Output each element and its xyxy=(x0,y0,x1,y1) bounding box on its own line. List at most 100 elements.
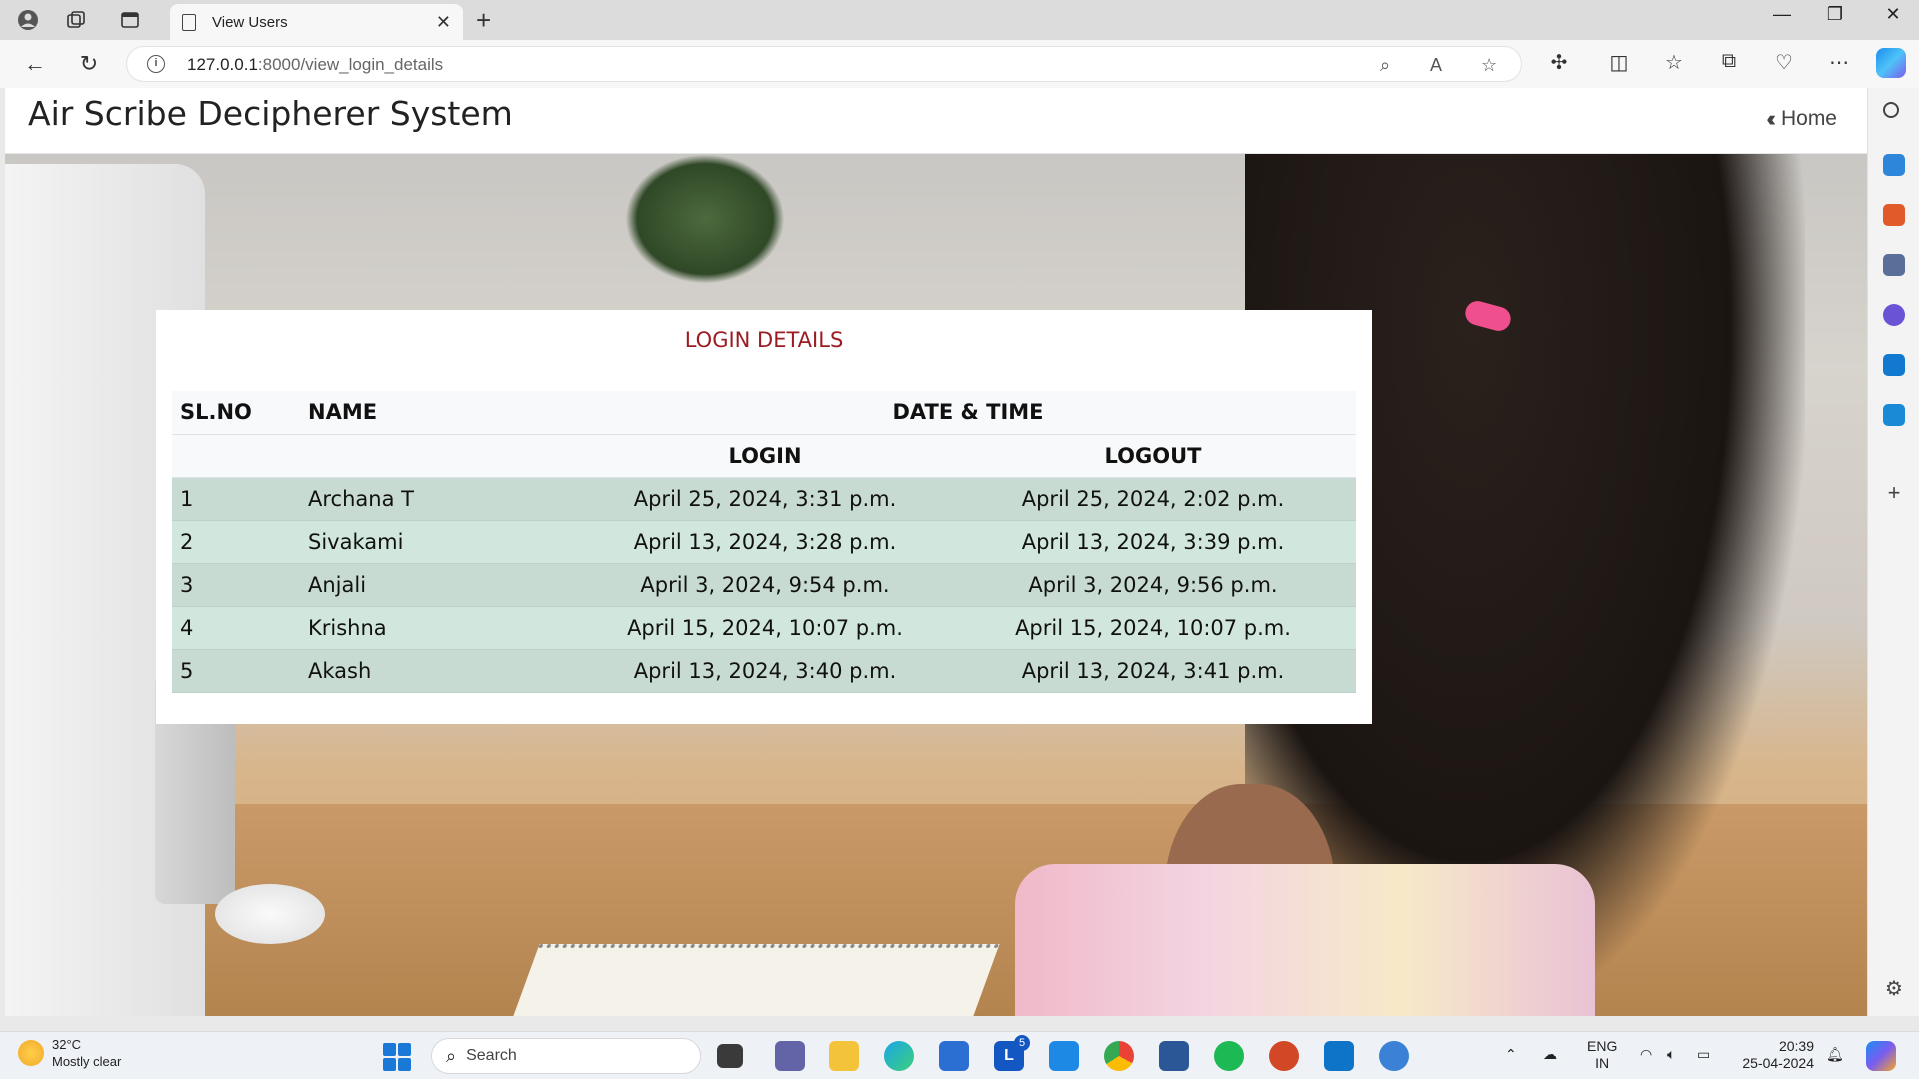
add-sidebar-app-icon[interactable]: + xyxy=(1883,482,1905,504)
tab-title: View Users xyxy=(212,13,288,31)
card-title: LOGIN DETAILS xyxy=(684,328,844,352)
home-link[interactable]: ‹‹ Home xyxy=(1766,106,1837,132)
browser-essentials-icon[interactable]: ♡ xyxy=(1769,50,1799,75)
zoom-icon[interactable]: ⌕ xyxy=(1380,55,1390,76)
cell-logout: April 3, 2024, 9:56 p.m. xyxy=(1028,572,1278,597)
cell-login: April 15, 2024, 10:07 p.m. xyxy=(627,615,903,640)
header-name: NAME xyxy=(300,391,580,435)
weather-widget[interactable]: 32°C Mostly clear xyxy=(18,1036,121,1070)
outlook-icon[interactable] xyxy=(1883,354,1905,376)
microsoft-store-icon[interactable] xyxy=(939,1041,969,1071)
favorite-star-icon[interactable]: ☆ xyxy=(1481,55,1497,76)
site-title: Air Scribe Decipherer System xyxy=(28,94,513,133)
web-page: Air Scribe Decipherer System ‹‹ Home LOG… xyxy=(5,88,1867,1016)
shopping-tag-icon[interactable] xyxy=(1883,154,1905,176)
browser-tab-strip: View Users ✕ + — ❐ ✕ xyxy=(0,0,1919,40)
cell-name: Archana T xyxy=(308,486,414,511)
vertical-tabs-icon[interactable] xyxy=(116,6,144,34)
copilot-taskbar-icon[interactable] xyxy=(1866,1041,1896,1071)
extensions-icon[interactable]: ✣ xyxy=(1544,50,1574,75)
notifications-bell-icon[interactable]: 🔔︎ xyxy=(1826,1046,1844,1063)
refresh-icon[interactable]: ↻ xyxy=(74,49,104,79)
close-window-icon[interactable]: ✕ xyxy=(1873,4,1913,25)
page-icon xyxy=(182,13,196,31)
cell-name: Krishna xyxy=(308,615,387,640)
sidebar-search-icon[interactable] xyxy=(1883,102,1899,118)
back-icon[interactable]: ← xyxy=(20,49,50,79)
profile-icon[interactable] xyxy=(14,6,42,34)
cortana-icon[interactable] xyxy=(1049,1041,1079,1071)
start-button-icon[interactable] xyxy=(383,1043,411,1071)
subheader-row: LOGIN LOGOUT xyxy=(172,434,1356,478)
word-icon[interactable] xyxy=(1159,1041,1189,1071)
drop-icon[interactable] xyxy=(1883,404,1905,426)
teams-icon[interactable] xyxy=(775,1041,805,1071)
background-plant xyxy=(625,154,785,284)
volume-icon[interactable]: 🔈︎ xyxy=(1667,1046,1675,1063)
header-login: LOGIN xyxy=(580,434,950,478)
cell-sl-no: 5 xyxy=(180,658,194,683)
cell-logout: April 15, 2024, 10:07 p.m. xyxy=(1015,615,1291,640)
app-shortcut-icon[interactable] xyxy=(1379,1041,1409,1071)
language-code: ENG xyxy=(1587,1038,1618,1054)
weather-moon-icon xyxy=(18,1040,44,1066)
girl-shirt xyxy=(1015,864,1595,1016)
notification-badge: 5 xyxy=(1014,1035,1030,1051)
powerpoint-icon[interactable] xyxy=(1269,1041,1299,1071)
edge-sidebar: + ⚙ xyxy=(1867,88,1919,1016)
file-explorer-icon[interactable] xyxy=(829,1041,859,1071)
split-screen-icon[interactable]: ◫ xyxy=(1604,50,1634,75)
taskbar-search-label: Search xyxy=(466,1047,517,1064)
computer-mouse xyxy=(215,884,325,944)
more-menu-icon[interactable]: ⋯ xyxy=(1824,50,1854,75)
onedrive-icon[interactable]: ☁ xyxy=(1543,1046,1557,1063)
chrome-icon[interactable] xyxy=(1104,1041,1134,1071)
double-chevron-left-icon: ‹‹ xyxy=(1766,106,1775,131)
cell-sl-no: 1 xyxy=(180,486,194,511)
cell-logout: April 25, 2024, 2:02 p.m. xyxy=(1021,486,1285,511)
maximize-icon[interactable]: ❐ xyxy=(1815,4,1855,25)
cell-name: Akash xyxy=(308,658,372,683)
minimize-icon[interactable]: — xyxy=(1762,4,1802,25)
clock[interactable]: 20:39 25-04-2024 xyxy=(1734,1038,1814,1072)
cell-name: Sivakami xyxy=(308,529,404,554)
site-header: Air Scribe Decipherer System ‹‹ Home xyxy=(5,88,1867,154)
url-field[interactable]: i 127.0.0.1:8000/view_login_details ⌕ A … xyxy=(126,46,1522,82)
collections-icon[interactable]: ⧉ xyxy=(1714,50,1744,73)
games-icon[interactable] xyxy=(1883,254,1905,276)
table-row: 4 Krishna April 15, 2024, 10:07 p.m. Apr… xyxy=(172,606,1356,649)
header-date-time: DATE & TIME xyxy=(580,391,1356,435)
cell-name: Anjali xyxy=(308,572,367,597)
edge-browser-icon[interactable] xyxy=(884,1041,914,1071)
new-tab-icon[interactable]: + xyxy=(476,5,491,36)
taskbar-search[interactable]: ⌕ Search xyxy=(431,1038,701,1074)
cell-login: April 25, 2024, 3:31 p.m. xyxy=(633,486,897,511)
workspaces-icon[interactable] xyxy=(62,6,90,34)
wifi-icon[interactable]: ◠ xyxy=(1640,1046,1652,1063)
task-view-icon[interactable] xyxy=(717,1044,743,1068)
table-row: 3 Anjali April 3, 2024, 9:54 p.m. April … xyxy=(172,563,1356,606)
clock-date: 25-04-2024 xyxy=(1742,1055,1814,1071)
microsoft-365-icon[interactable] xyxy=(1883,304,1905,326)
site-info-icon[interactable]: i xyxy=(147,55,165,73)
cell-login: April 13, 2024, 3:28 p.m. xyxy=(633,529,897,554)
vscode-icon[interactable] xyxy=(1324,1041,1354,1071)
cell-logout: April 13, 2024, 3:41 p.m. xyxy=(1021,658,1285,683)
tools-icon[interactable] xyxy=(1883,204,1905,226)
tab-close-icon[interactable]: ✕ xyxy=(436,12,451,33)
read-aloud-icon[interactable]: A xyxy=(1430,55,1442,76)
battery-icon[interactable]: ▭ xyxy=(1697,1046,1710,1063)
spotify-icon[interactable] xyxy=(1214,1041,1244,1071)
cell-sl-no: 3 xyxy=(180,572,194,597)
show-hidden-icons-icon[interactable]: ⌃ xyxy=(1505,1046,1517,1063)
login-details-table: SL.NO NAME DATE & TIME LOGIN LOGOUT 1 Ar xyxy=(172,391,1356,693)
sidebar-settings-icon[interactable]: ⚙ xyxy=(1883,978,1905,1000)
active-tab[interactable]: View Users ✕ xyxy=(170,4,463,40)
language-indicator[interactable]: ENG IN xyxy=(1587,1038,1617,1072)
header-row: SL.NO NAME DATE & TIME xyxy=(172,391,1356,435)
favorites-icon[interactable]: ☆ xyxy=(1659,50,1689,75)
url-text[interactable]: 127.0.0.1:8000/view_login_details xyxy=(187,55,443,75)
table-row: 2 Sivakami April 13, 2024, 3:28 p.m. Apr… xyxy=(172,520,1356,563)
copilot-icon[interactable] xyxy=(1876,48,1906,78)
weather-temperature: 32°C xyxy=(52,1037,82,1052)
